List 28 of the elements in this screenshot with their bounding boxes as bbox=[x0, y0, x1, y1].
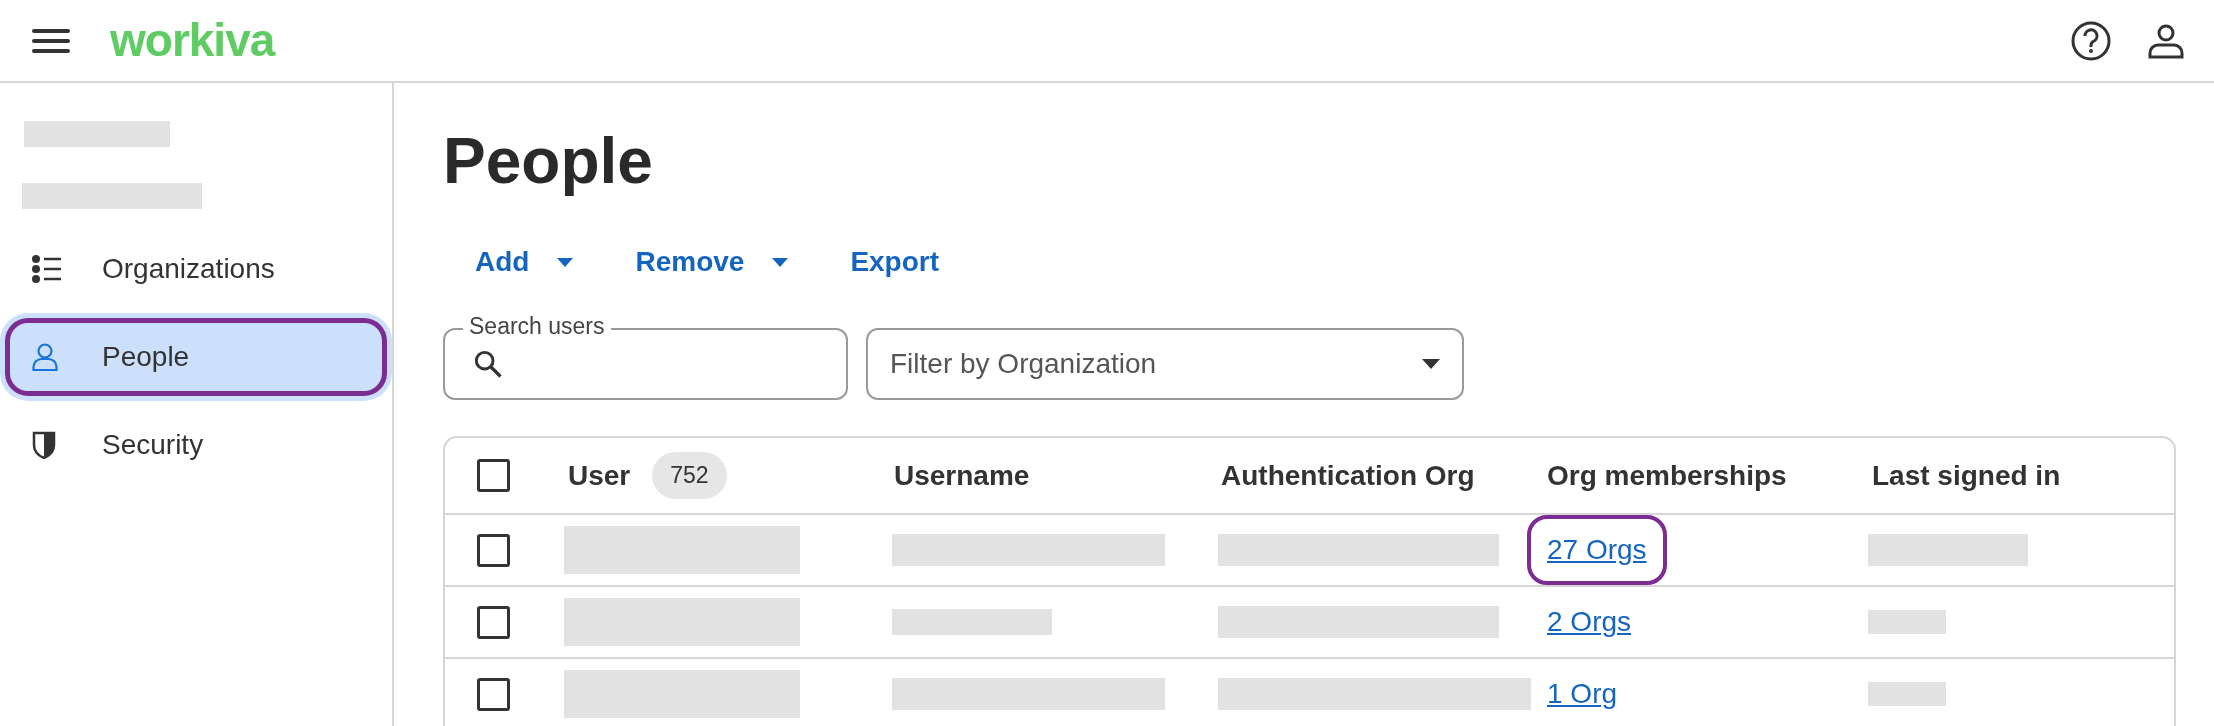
checkbox[interactable] bbox=[477, 605, 510, 639]
caret-icon bbox=[1422, 359, 1440, 369]
sidebar-item[interactable]: Organizations bbox=[0, 225, 392, 313]
filter-dropdown[interactable]: Filter by Organization bbox=[866, 328, 1464, 400]
page-title: People bbox=[443, 124, 654, 199]
org-memberships-link[interactable]: 2 Orgs bbox=[1547, 601, 1632, 643]
toolbar-button[interactable]: Export bbox=[850, 241, 940, 283]
caret-icon bbox=[772, 257, 789, 267]
checkbox[interactable] bbox=[477, 533, 510, 567]
checkbox[interactable] bbox=[477, 677, 510, 711]
column-header[interactable]: Org memberships bbox=[1547, 454, 1872, 497]
column-header[interactable]: Authentication Org bbox=[1221, 454, 1547, 497]
toolbar-button[interactable]: Add bbox=[475, 241, 574, 283]
org-memberships-link[interactable]: 1 Org bbox=[1547, 673, 1618, 715]
sidebar-item[interactable]: People bbox=[0, 313, 392, 401]
checkbox[interactable] bbox=[477, 459, 510, 492]
column-header[interactable]: Last signed in bbox=[1872, 454, 2174, 497]
user-icon[interactable] bbox=[2148, 22, 2184, 59]
column-header[interactable]: Username bbox=[894, 454, 1221, 497]
sidebar-item[interactable]: Security bbox=[0, 401, 392, 489]
person-icon bbox=[32, 343, 58, 371]
shield-icon bbox=[32, 431, 56, 459]
count-badge: 752 bbox=[652, 452, 727, 499]
toolbar-button[interactable]: Remove bbox=[635, 241, 789, 283]
help-icon[interactable] bbox=[2070, 19, 2112, 62]
list-icon bbox=[32, 255, 62, 283]
caret-icon bbox=[557, 257, 574, 267]
column-header[interactable]: User bbox=[568, 454, 631, 497]
